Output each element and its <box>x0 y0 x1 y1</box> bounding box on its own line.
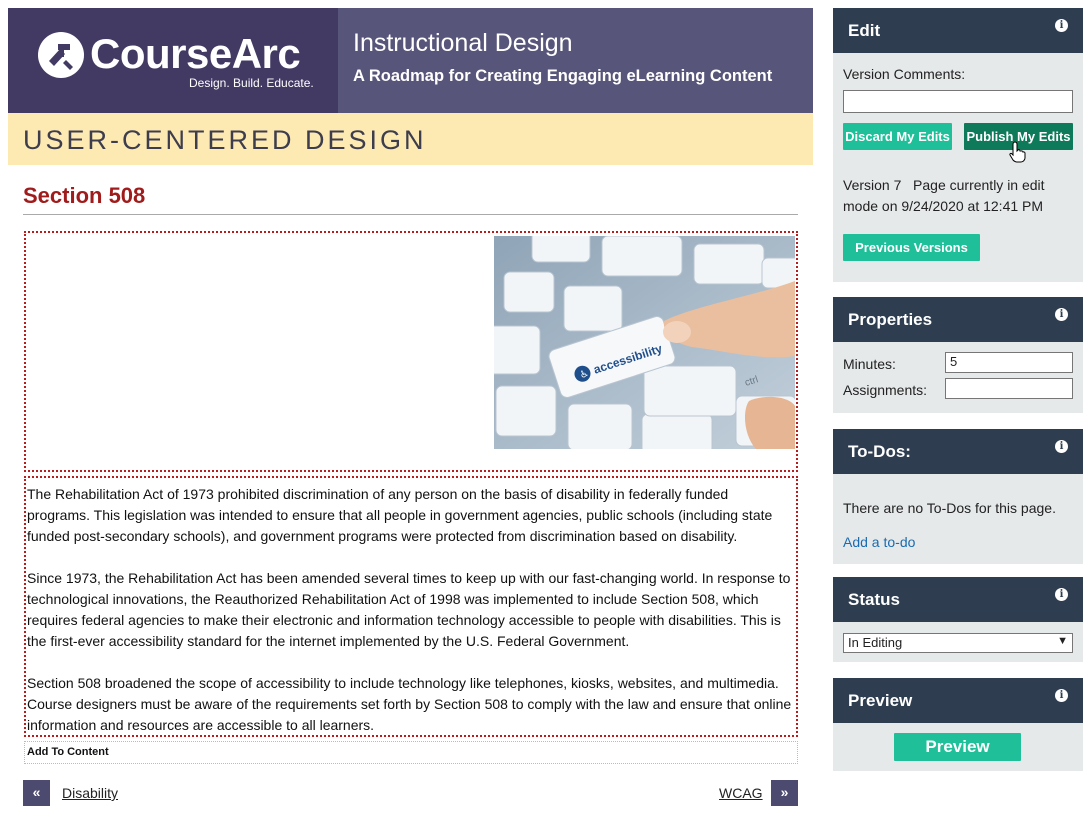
previous-page-button[interactable]: « <box>23 780 50 806</box>
text-content-block[interactable]: The Rehabilitation Act of 1973 prohibite… <box>24 476 798 737</box>
course-title: Instructional Design <box>353 29 573 57</box>
course-header: Instructional Design A Roadmap for Creat… <box>338 8 813 113</box>
status-panel: Status i In Editing ▼ <box>833 577 1083 662</box>
discard-edits-button[interactable]: Discard My Edits <box>843 123 952 150</box>
module-bar: USER-CENTERED DESIGN <box>8 113 813 165</box>
preview-panel-header: Preview i <box>833 678 1083 723</box>
add-todo-link[interactable]: Add a to-do <box>843 534 915 550</box>
version-comments-input[interactable] <box>843 90 1073 113</box>
paragraph-3: Section 508 broadened the scope of acces… <box>27 675 792 733</box>
preview-panel: Preview i Preview <box>833 678 1083 771</box>
module-title: USER-CENTERED DESIGN <box>23 125 427 155</box>
previous-versions-button[interactable]: Previous Versions <box>843 234 980 261</box>
paragraph-1: The Rehabilitation Act of 1973 prohibite… <box>27 486 773 544</box>
next-page-button[interactable]: » <box>771 780 798 806</box>
version-comments-label: Version Comments: <box>843 66 966 82</box>
todos-panel-header: To-Dos: i <box>833 429 1083 474</box>
page-title: Section 508 <box>23 183 146 208</box>
properties-panel-header: Properties i <box>833 297 1083 342</box>
properties-panel-title: Properties <box>848 310 933 329</box>
hand-cursor-icon <box>1009 141 1026 163</box>
coursearc-logo-icon <box>38 32 84 78</box>
status-selected-value: In Editing <box>848 635 903 650</box>
todos-panel: To-Dos: i There are no To-Dos for this p… <box>833 429 1083 564</box>
logo-name: CourseArc <box>90 30 301 77</box>
info-icon[interactable]: i <box>1055 440 1068 453</box>
previous-page-link[interactable]: Disability <box>62 785 118 801</box>
brand-area: CourseArc Design. Build. Educate. <box>8 8 338 113</box>
logo-tagline: Design. Build. Educate. <box>189 76 314 90</box>
add-to-content-button[interactable]: Add To Content <box>24 741 798 764</box>
version-info: Version 7 Page currently in edit mode on … <box>843 175 1045 217</box>
course-subtitle: A Roadmap for Creating Engaging eLearnin… <box>353 67 773 85</box>
info-icon[interactable]: i <box>1055 308 1068 321</box>
status-panel-header: Status i <box>833 577 1083 622</box>
properties-panel: Properties i Minutes: 5 Assignments: <box>833 297 1083 413</box>
paragraph-2: Since 1973, the Rehabilitation Act has b… <box>27 570 791 649</box>
next-page-link[interactable]: WCAG <box>719 785 763 801</box>
status-select[interactable]: In Editing ▼ <box>843 633 1073 653</box>
edit-panel: Edit i Version Comments: Discard My Edit… <box>833 8 1083 282</box>
title-divider <box>23 214 798 215</box>
assignments-label: Assignments: <box>843 382 928 398</box>
info-icon[interactable]: i <box>1055 689 1068 702</box>
image-content-block[interactable]: ♿ accessibility ctrl <box>24 231 798 472</box>
preview-button[interactable]: Preview <box>894 733 1021 761</box>
minutes-label: Minutes: <box>843 356 896 372</box>
todos-empty-text: There are no To-Dos for this page. <box>843 500 1056 516</box>
info-icon[interactable]: i <box>1055 19 1068 32</box>
accessibility-keyboard-image: ♿ accessibility ctrl <box>494 236 795 449</box>
minutes-input[interactable]: 5 <box>945 352 1073 373</box>
assignments-input[interactable] <box>945 378 1073 399</box>
edit-panel-header: Edit i <box>833 8 1083 53</box>
info-icon[interactable]: i <box>1055 588 1068 601</box>
version-info-line-2: mode on 9/24/2020 at 12:41 PM <box>843 198 1044 214</box>
chevron-down-icon: ▼ <box>1057 635 1068 647</box>
status-panel-title: Status <box>848 590 900 609</box>
version-info-line-1: Version 7 Page currently in edit <box>843 177 1045 193</box>
preview-panel-title: Preview <box>848 691 913 710</box>
edit-panel-title: Edit <box>848 21 881 40</box>
todos-panel-title: To-Dos: <box>848 442 911 461</box>
